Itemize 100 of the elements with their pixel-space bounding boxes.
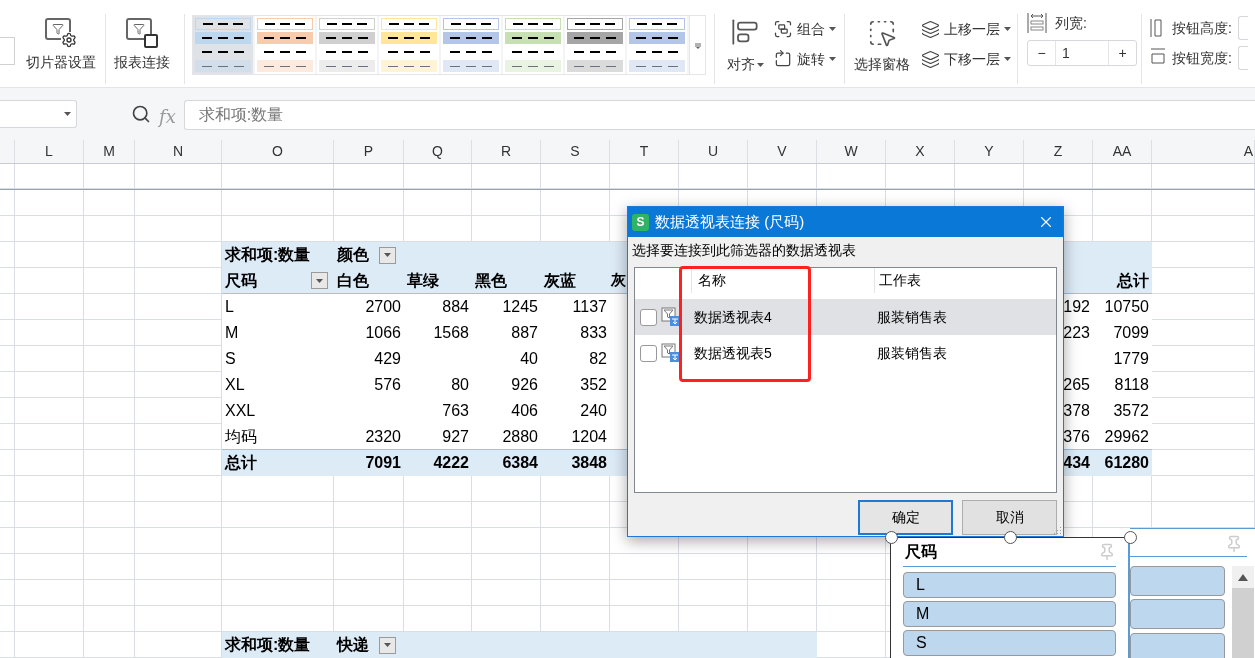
table-style-swatch[interactable] bbox=[317, 16, 377, 74]
table-cell bbox=[15, 580, 84, 606]
column-header[interactable]: X bbox=[886, 140, 955, 163]
column-header[interactable]: T bbox=[610, 140, 679, 163]
table-cell bbox=[84, 346, 135, 372]
pivot-table-icon bbox=[661, 307, 681, 327]
group-button[interactable]: 组合 bbox=[773, 18, 836, 40]
table-cell bbox=[0, 424, 15, 450]
column-header[interactable]: P bbox=[334, 140, 404, 163]
table-cell bbox=[334, 190, 404, 216]
table-cell-text: 429 bbox=[374, 349, 401, 369]
caret-icon bbox=[756, 62, 764, 67]
table-cell bbox=[334, 528, 404, 554]
table-cell bbox=[84, 632, 135, 658]
table-style-swatch[interactable] bbox=[565, 16, 625, 74]
table-cell bbox=[334, 554, 404, 580]
table-cell bbox=[0, 450, 15, 476]
rotate-button[interactable]: 旋转 bbox=[773, 48, 836, 70]
table-cell bbox=[541, 190, 610, 216]
table-style-swatch[interactable] bbox=[627, 16, 687, 74]
table-style-swatch[interactable] bbox=[503, 16, 563, 74]
table-cell-text: 378 bbox=[1063, 401, 1090, 421]
slicer-item[interactable]: S bbox=[903, 630, 1116, 656]
table-cell bbox=[84, 294, 135, 320]
pivot-table-row[interactable]: 数据透视表4 服装销售表 bbox=[635, 299, 1056, 335]
column-header[interactable]: L bbox=[15, 140, 84, 163]
table-cell bbox=[817, 580, 886, 606]
decrement-button[interactable]: − bbox=[1028, 41, 1056, 65]
pivot-value-label: 求和项:数量 bbox=[225, 635, 311, 655]
report-connections-button[interactable]: 报表连接 bbox=[106, 18, 178, 73]
table-style-swatch[interactable] bbox=[379, 16, 439, 74]
input-field[interactable] bbox=[0, 37, 15, 65]
table-cell-text: 376 bbox=[1063, 426, 1090, 447]
table-cell-text: 926 bbox=[511, 375, 538, 395]
table-cell bbox=[0, 320, 15, 346]
column-header[interactable]: Z bbox=[1024, 140, 1093, 163]
table-cell-text: 2320 bbox=[365, 426, 401, 447]
bring-forward-button[interactable]: 上移一层 bbox=[921, 18, 1011, 40]
send-backward-button[interactable]: 下移一层 bbox=[921, 48, 1011, 70]
list-column-header[interactable]: 工作表 bbox=[879, 270, 921, 291]
table-cell bbox=[0, 632, 15, 658]
table-cell bbox=[0, 528, 15, 554]
expand-icon bbox=[694, 43, 701, 49]
table-cell bbox=[817, 606, 886, 632]
scrollbar[interactable] bbox=[1232, 566, 1254, 658]
list-column-header[interactable]: 名称 bbox=[698, 270, 726, 291]
column-header[interactable]: S bbox=[541, 140, 610, 163]
input-field[interactable] bbox=[1237, 16, 1248, 40]
dialog-button[interactable]: 确定 bbox=[858, 500, 953, 535]
table-cell bbox=[404, 476, 472, 502]
column-header[interactable]: A bbox=[1152, 140, 1255, 163]
table-cell bbox=[0, 372, 15, 398]
table-cell bbox=[1093, 164, 1152, 189]
pivot-field-label: 快递 bbox=[337, 635, 369, 655]
table-cell bbox=[84, 424, 135, 450]
table-cell bbox=[84, 164, 135, 189]
row-label-cell-text: 均码 bbox=[225, 426, 257, 447]
column-header[interactable]: N bbox=[135, 140, 222, 163]
input-field[interactable] bbox=[1237, 46, 1248, 70]
slicer-item[interactable]: L bbox=[903, 572, 1116, 598]
column-header[interactable]: Q bbox=[404, 140, 472, 163]
table-cell: 数据透视表4 bbox=[694, 308, 772, 325]
scroll-up-icon[interactable] bbox=[1238, 573, 1248, 581]
app-icon: S bbox=[632, 213, 649, 231]
checkbox[interactable] bbox=[640, 308, 657, 326]
checkbox[interactable] bbox=[640, 344, 657, 362]
align-button[interactable]: 对齐 bbox=[723, 18, 767, 75]
filter-dropdown-button[interactable] bbox=[379, 636, 396, 654]
row-label-cell-text: 总计 bbox=[225, 453, 257, 473]
table-cell bbox=[1093, 190, 1152, 216]
increment-button[interactable]: + bbox=[1108, 41, 1136, 65]
table-style-swatch[interactable] bbox=[255, 16, 315, 74]
table-cell bbox=[84, 476, 135, 502]
table-cell-text: 29962 bbox=[1104, 426, 1149, 447]
column-header[interactable]: M bbox=[84, 140, 135, 163]
column-header[interactable]: V bbox=[748, 140, 817, 163]
table-cell bbox=[1093, 476, 1152, 502]
table-style-swatch[interactable] bbox=[193, 16, 253, 74]
table-cell-text: 2700 bbox=[365, 297, 401, 317]
table-cell bbox=[84, 528, 135, 554]
column-header[interactable]: Y bbox=[955, 140, 1024, 163]
column-header-cell-text: 总计 bbox=[1117, 270, 1149, 291]
dialog-button[interactable]: 取消 bbox=[962, 500, 1057, 535]
filter-dropdown-button[interactable] bbox=[311, 272, 328, 289]
column-width-spinbox[interactable]: − 1 + bbox=[1027, 40, 1137, 66]
function-label: fx bbox=[159, 105, 176, 129]
pivot-field-label: 颜色 bbox=[337, 245, 369, 265]
column-header[interactable]: W bbox=[817, 140, 886, 163]
filter-dropdown-button[interactable] bbox=[379, 246, 396, 264]
column-header[interactable]: U bbox=[679, 140, 748, 163]
selection-pane-button[interactable]: 选择窗格 bbox=[849, 18, 915, 75]
table-cell bbox=[84, 398, 135, 424]
column-header[interactable]: R bbox=[472, 140, 541, 163]
table-cell-text: 3572 bbox=[1113, 401, 1149, 421]
column-header[interactable]: AA bbox=[1093, 140, 1152, 163]
table-style-swatch[interactable] bbox=[441, 16, 501, 74]
slicer-item[interactable]: M bbox=[903, 601, 1116, 627]
column-header[interactable]: O bbox=[222, 140, 334, 163]
slicer-settings-button[interactable]: 切片器设置 bbox=[21, 18, 101, 73]
formula-input[interactable]: 求和项:数量 bbox=[183, 100, 1255, 130]
